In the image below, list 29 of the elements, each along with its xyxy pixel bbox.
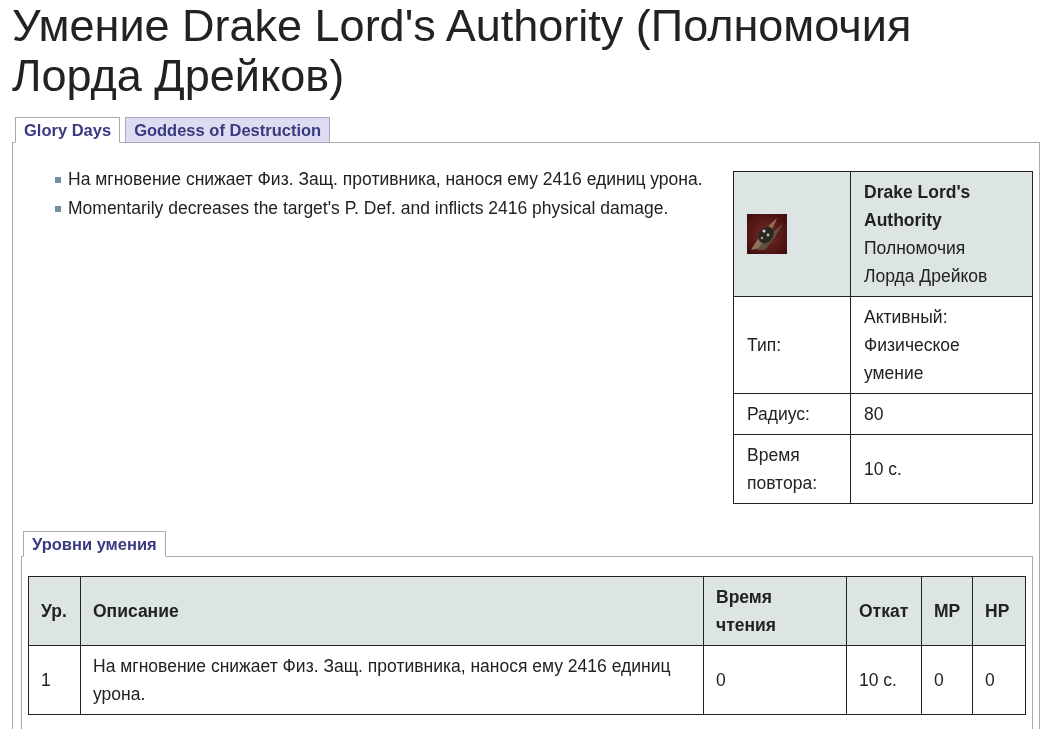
- skill-name: Drake Lord's Authority: [864, 181, 972, 232]
- table-cell: 0: [703, 645, 847, 715]
- column-header: Ур.: [28, 576, 81, 646]
- description-text: На мгновение снижает Физ. Защ. противника, нанося ему 2416 единиц урона.: [68, 168, 703, 191]
- property-value: 10 с.: [850, 434, 1033, 504]
- column-header: HP: [972, 576, 1026, 646]
- table-cell: 0: [972, 645, 1026, 715]
- tab[interactable]: Glory Days: [15, 117, 121, 143]
- property-label: Время повтора:: [733, 434, 851, 504]
- column-header: Откат: [846, 576, 922, 646]
- table-cell: На мгновение снижает Физ. Защ. противника, нанося ему 2416 единиц урона.: [80, 645, 704, 715]
- property-label: Радиус:: [733, 393, 851, 435]
- property-value: 80: [850, 393, 1033, 435]
- table-cell: 10 с.: [846, 645, 922, 715]
- page-title: Умение Drake Lord's Authority (Полномочия Лорда Дрейков): [12, 1, 913, 101]
- column-header: Описание: [80, 576, 704, 646]
- skill-icon: [747, 214, 787, 254]
- tab[interactable]: Goddess of Destruction: [125, 117, 331, 143]
- tab[interactable]: Уровни умения: [23, 531, 166, 557]
- bullet-icon: [55, 205, 61, 212]
- description-text: Momentarily decreases the target's P. Def. and inflicts 2416 physical damage.: [68, 197, 669, 220]
- column-header: MP: [921, 576, 973, 646]
- property-label: Тип:: [733, 296, 851, 394]
- table-cell: 1: [28, 645, 81, 715]
- table-cell: 0: [921, 645, 973, 715]
- bullet-icon: [55, 176, 61, 183]
- column-header: Время чтения: [703, 576, 847, 646]
- property-value: Активный: Физическое умение: [850, 296, 1033, 394]
- skill-translation: Полномочия Лорда Дрейков: [864, 237, 989, 288]
